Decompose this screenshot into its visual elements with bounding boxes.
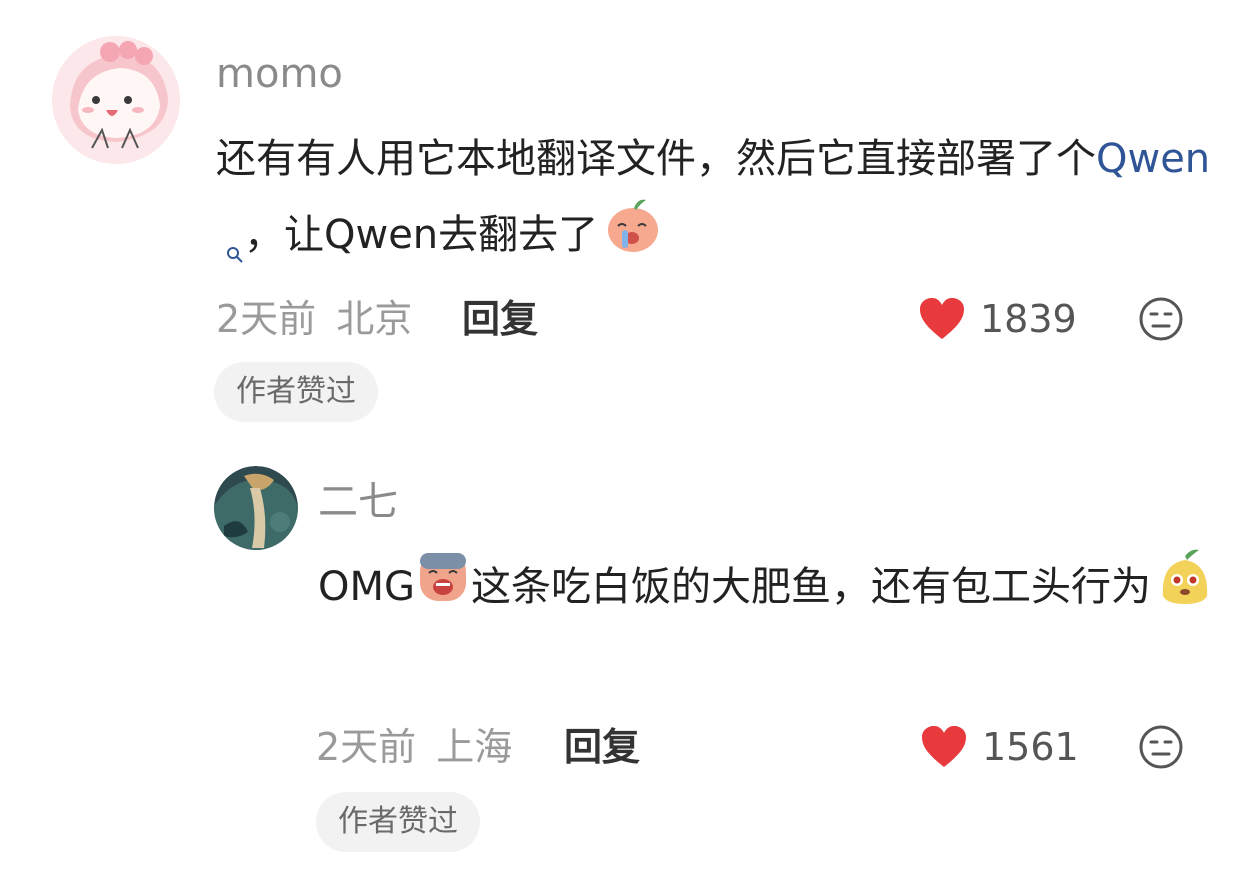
dislike-icon[interactable] <box>1138 724 1184 770</box>
comment-username[interactable]: 二七 <box>318 478 398 526</box>
comment-text-part: 这条吃白饭的大肥鱼，还有包工头行为 <box>471 564 1151 610</box>
author-liked-badge: 作者赞过 <box>214 362 378 422</box>
author-liked-badge: 作者赞过 <box>316 792 480 852</box>
comment-location: 北京 <box>336 297 413 341</box>
search-link-label[interactable]: Qwen <box>1096 136 1210 182</box>
dislike-icon[interactable] <box>1138 296 1184 342</box>
avatar[interactable] <box>52 36 180 164</box>
shocked-face-sticker-icon <box>417 549 469 629</box>
comment-text: 还有有人用它本地翻译文件，然后它直接部署了个Qwen ，让Qwen去翻去了 <box>216 122 1216 288</box>
reply-button[interactable]: 回复 <box>564 724 640 770</box>
comment-time: 2天前 <box>216 297 317 341</box>
comment-text-part: OMG <box>318 564 415 610</box>
comment-location: 上海 <box>436 725 513 769</box>
comment-text-part: 还有有人用它本地翻译文件，然后它直接部署了个 <box>216 136 1096 182</box>
avatar[interactable] <box>214 466 298 550</box>
like-button[interactable]: 1561 <box>920 724 1079 770</box>
heart-icon[interactable] <box>920 725 968 769</box>
search-icon[interactable] <box>226 214 244 288</box>
like-count: 1839 <box>980 297 1077 341</box>
comment-text: OMG 这条吃白饭的大肥鱼，还有包工头行为 <box>318 548 1218 630</box>
comment-text-part: ，让Qwen去翻去了 <box>244 212 599 258</box>
comment-username[interactable]: momo <box>216 50 343 98</box>
like-count: 1561 <box>982 725 1079 769</box>
crying-face-sticker-icon <box>604 196 662 278</box>
comment-meta: 2天前 北京 <box>216 296 412 342</box>
comment-time: 2天前 <box>316 725 417 769</box>
sprout-face-sticker-icon <box>1157 548 1213 630</box>
reply-button[interactable]: 回复 <box>462 296 538 342</box>
comment-meta: 2天前 上海 <box>316 724 512 770</box>
like-button[interactable]: 1839 <box>918 296 1077 342</box>
heart-icon[interactable] <box>918 297 966 341</box>
